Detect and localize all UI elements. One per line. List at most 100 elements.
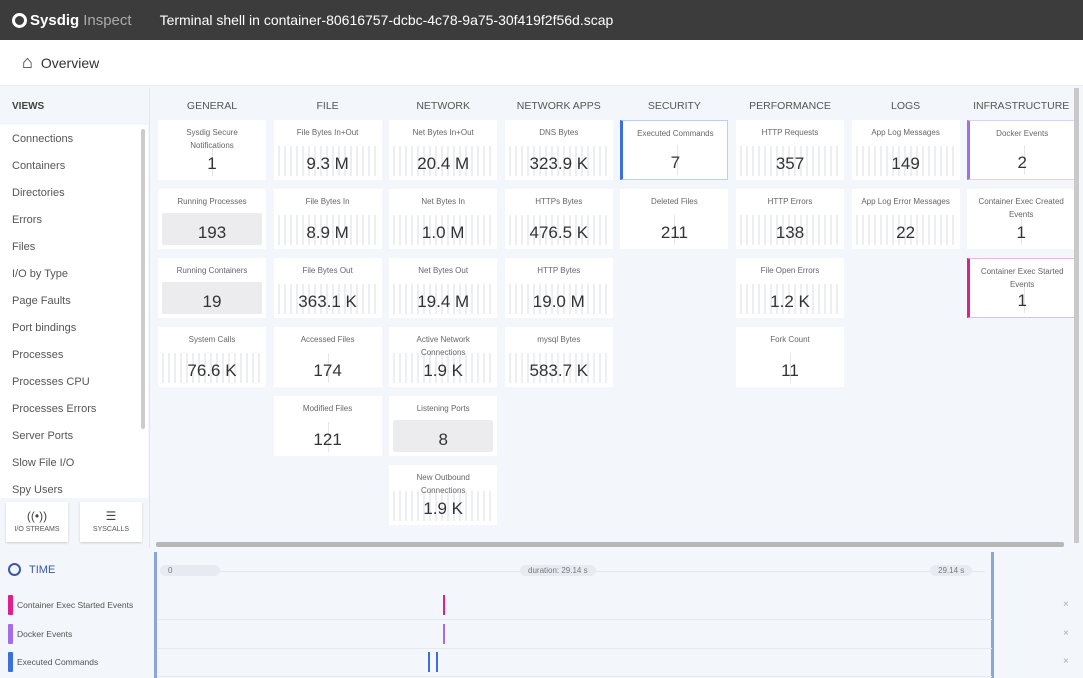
metric-value: 583.7 K bbox=[529, 361, 589, 380]
home-icon[interactable]: ⌂ bbox=[22, 52, 33, 73]
close-icon[interactable]: × bbox=[1063, 599, 1069, 610]
metric-card[interactable]: System Calls 76.6 K bbox=[158, 327, 266, 387]
metric-title: Container Exec Created Events bbox=[978, 197, 1064, 219]
metric-card[interactable]: Active Network Connections 1.9 K bbox=[389, 327, 498, 387]
column-header: FILE bbox=[316, 100, 339, 112]
column-header: NETWORK APPS bbox=[516, 100, 601, 112]
metric-card[interactable]: File Open Errors 1.2 K bbox=[736, 258, 844, 318]
event-marker[interactable] bbox=[428, 652, 430, 672]
metric-card[interactable]: Modified Files 121 bbox=[273, 396, 382, 456]
syscalls-button[interactable]: ☰ SYSCALLS bbox=[80, 502, 142, 542]
sysdig-logo[interactable]: Sysdig Inspect bbox=[12, 12, 132, 29]
metric-card[interactable]: Deleted Files 211 bbox=[620, 189, 729, 249]
main-vertical-scrollbar[interactable] bbox=[1074, 88, 1079, 543]
close-icon[interactable]: × bbox=[1063, 628, 1069, 639]
series-color-swatch bbox=[8, 623, 13, 644]
view-item[interactable]: Processes CPU bbox=[0, 362, 148, 389]
view-item[interactable]: Page Faults bbox=[0, 281, 148, 308]
metric-card[interactable]: Docker Events 2 bbox=[967, 120, 1076, 180]
metric-card[interactable]: Container Exec Created Events 1 bbox=[967, 189, 1076, 249]
metric-card[interactable]: Net Bytes In 1.0 M bbox=[389, 189, 498, 249]
metric-card[interactable]: App Log Messages 149 bbox=[851, 120, 960, 180]
metric-card[interactable]: File Bytes In+Out 9.3 M bbox=[273, 120, 382, 180]
io-streams-label: I/O STREAMS bbox=[14, 526, 60, 533]
view-item[interactable]: Server Ports bbox=[0, 416, 148, 443]
timeline-row-divider bbox=[158, 676, 992, 677]
row-label: Container Exec Started Events bbox=[17, 600, 134, 610]
timeline-end-label: 29.14 s bbox=[930, 565, 973, 576]
event-marker[interactable] bbox=[443, 595, 445, 615]
metric-title: Executed Commands bbox=[637, 129, 714, 138]
view-item[interactable]: Port bindings bbox=[0, 308, 148, 335]
metric-card[interactable]: HTTP Bytes 19.0 M bbox=[504, 258, 613, 318]
metric-card[interactable]: mysql Bytes 583.7 K bbox=[504, 327, 613, 387]
io-streams-button[interactable]: ((•)) I/O STREAMS bbox=[6, 502, 68, 542]
view-item[interactable]: Files bbox=[0, 227, 148, 254]
metric-title: mysql Bytes bbox=[537, 335, 581, 344]
view-item[interactable]: Spy Users bbox=[0, 470, 148, 497]
metric-card[interactable]: HTTP Requests 357 bbox=[736, 120, 844, 180]
metric-value: 1 bbox=[1016, 223, 1026, 242]
column-header: NETWORK bbox=[416, 100, 471, 112]
view-item[interactable]: Errors bbox=[0, 200, 148, 227]
metric-value: 211 bbox=[660, 223, 688, 242]
view-item[interactable]: Directories bbox=[0, 173, 148, 200]
metric-card[interactable]: Net Bytes In+Out 20.4 M bbox=[389, 120, 498, 180]
row-label: Executed Commands bbox=[17, 657, 99, 667]
timeline-start-label: 0 bbox=[160, 565, 220, 576]
timeline-start-handle[interactable] bbox=[154, 552, 157, 678]
metric-value: 138 bbox=[775, 223, 805, 242]
metric-value: 174 bbox=[313, 361, 342, 380]
metric-title: Net Bytes In bbox=[421, 197, 465, 206]
metric-value: 1 bbox=[207, 154, 217, 173]
metric-value: 476.5 K bbox=[529, 223, 589, 242]
metric-card[interactable]: App Log Error Messages 22 bbox=[851, 189, 960, 249]
view-item[interactable]: Containers bbox=[0, 146, 148, 173]
metric-card[interactable]: Sysdig Secure Notifications 1 bbox=[158, 120, 266, 180]
main-horizontal-scrollbar[interactable] bbox=[156, 542, 1064, 547]
metric-card[interactable]: File Bytes In 8.9 M bbox=[273, 189, 382, 249]
series-color-swatch bbox=[8, 595, 13, 615]
view-item[interactable]: I/O by Type bbox=[0, 254, 148, 281]
breadcrumb-overview[interactable]: Overview bbox=[41, 55, 99, 71]
timeline-end-handle[interactable] bbox=[991, 552, 994, 678]
metric-value: 363.1 K bbox=[298, 292, 357, 311]
metric-title: Sysdig Secure Notifications bbox=[186, 128, 238, 150]
view-item[interactable]: Slow File I/O bbox=[0, 443, 148, 470]
metric-title: App Log Error Messages bbox=[861, 197, 950, 206]
metric-card[interactable]: Accessed Files 174 bbox=[273, 327, 382, 387]
metric-card[interactable]: File Bytes Out 363.1 K bbox=[273, 258, 382, 318]
views-scrollbar[interactable] bbox=[141, 129, 145, 429]
metric-card[interactable]: Net Bytes Out 19.4 M bbox=[389, 258, 498, 318]
metric-value: 22 bbox=[896, 223, 916, 242]
close-icon[interactable]: × bbox=[1063, 656, 1069, 667]
metric-title: DNS Bytes bbox=[539, 128, 579, 137]
metric-card[interactable]: Fork Count 11 bbox=[736, 327, 844, 387]
metric-value: 1.9 K bbox=[423, 361, 464, 380]
metric-value: 1.2 K bbox=[770, 292, 810, 311]
metric-card[interactable]: HTTPs Bytes 476.5 K bbox=[504, 189, 613, 249]
metric-value: 2 bbox=[1017, 153, 1027, 172]
metric-title: HTTP Requests bbox=[761, 128, 819, 137]
metric-title: File Open Errors bbox=[760, 266, 820, 275]
metric-value: 1 bbox=[1017, 291, 1027, 310]
event-marker[interactable] bbox=[436, 652, 438, 672]
io-streams-icon: ((•)) bbox=[26, 509, 48, 523]
view-item[interactable]: Connections bbox=[0, 125, 148, 146]
metric-card[interactable]: HTTP Errors 138 bbox=[736, 189, 844, 249]
metric-card[interactable]: Running Containers 19 bbox=[158, 258, 266, 318]
metric-card[interactable]: DNS Bytes 323.9 K bbox=[504, 120, 613, 180]
metric-card[interactable]: Container Exec Started Events 1 bbox=[967, 258, 1076, 318]
metric-card[interactable]: New Outbound Connections 1.9 K bbox=[389, 465, 498, 525]
event-marker[interactable] bbox=[443, 623, 445, 644]
view-item[interactable]: Processes Errors bbox=[0, 389, 148, 416]
timeline-row-label: Container Exec Started Events bbox=[8, 595, 133, 615]
metric-title: Running Processes bbox=[177, 197, 247, 206]
metric-title: HTTP Errors bbox=[767, 197, 813, 206]
metric-card[interactable]: Running Processes 193 bbox=[158, 189, 266, 249]
metric-card[interactable]: Executed Commands 7 bbox=[620, 120, 729, 180]
metric-title: Deleted Files bbox=[651, 197, 698, 206]
view-item[interactable]: Processes bbox=[0, 335, 148, 362]
metric-card[interactable]: Listening Ports 8 bbox=[389, 396, 498, 456]
column-header: SECURITY bbox=[647, 100, 701, 112]
